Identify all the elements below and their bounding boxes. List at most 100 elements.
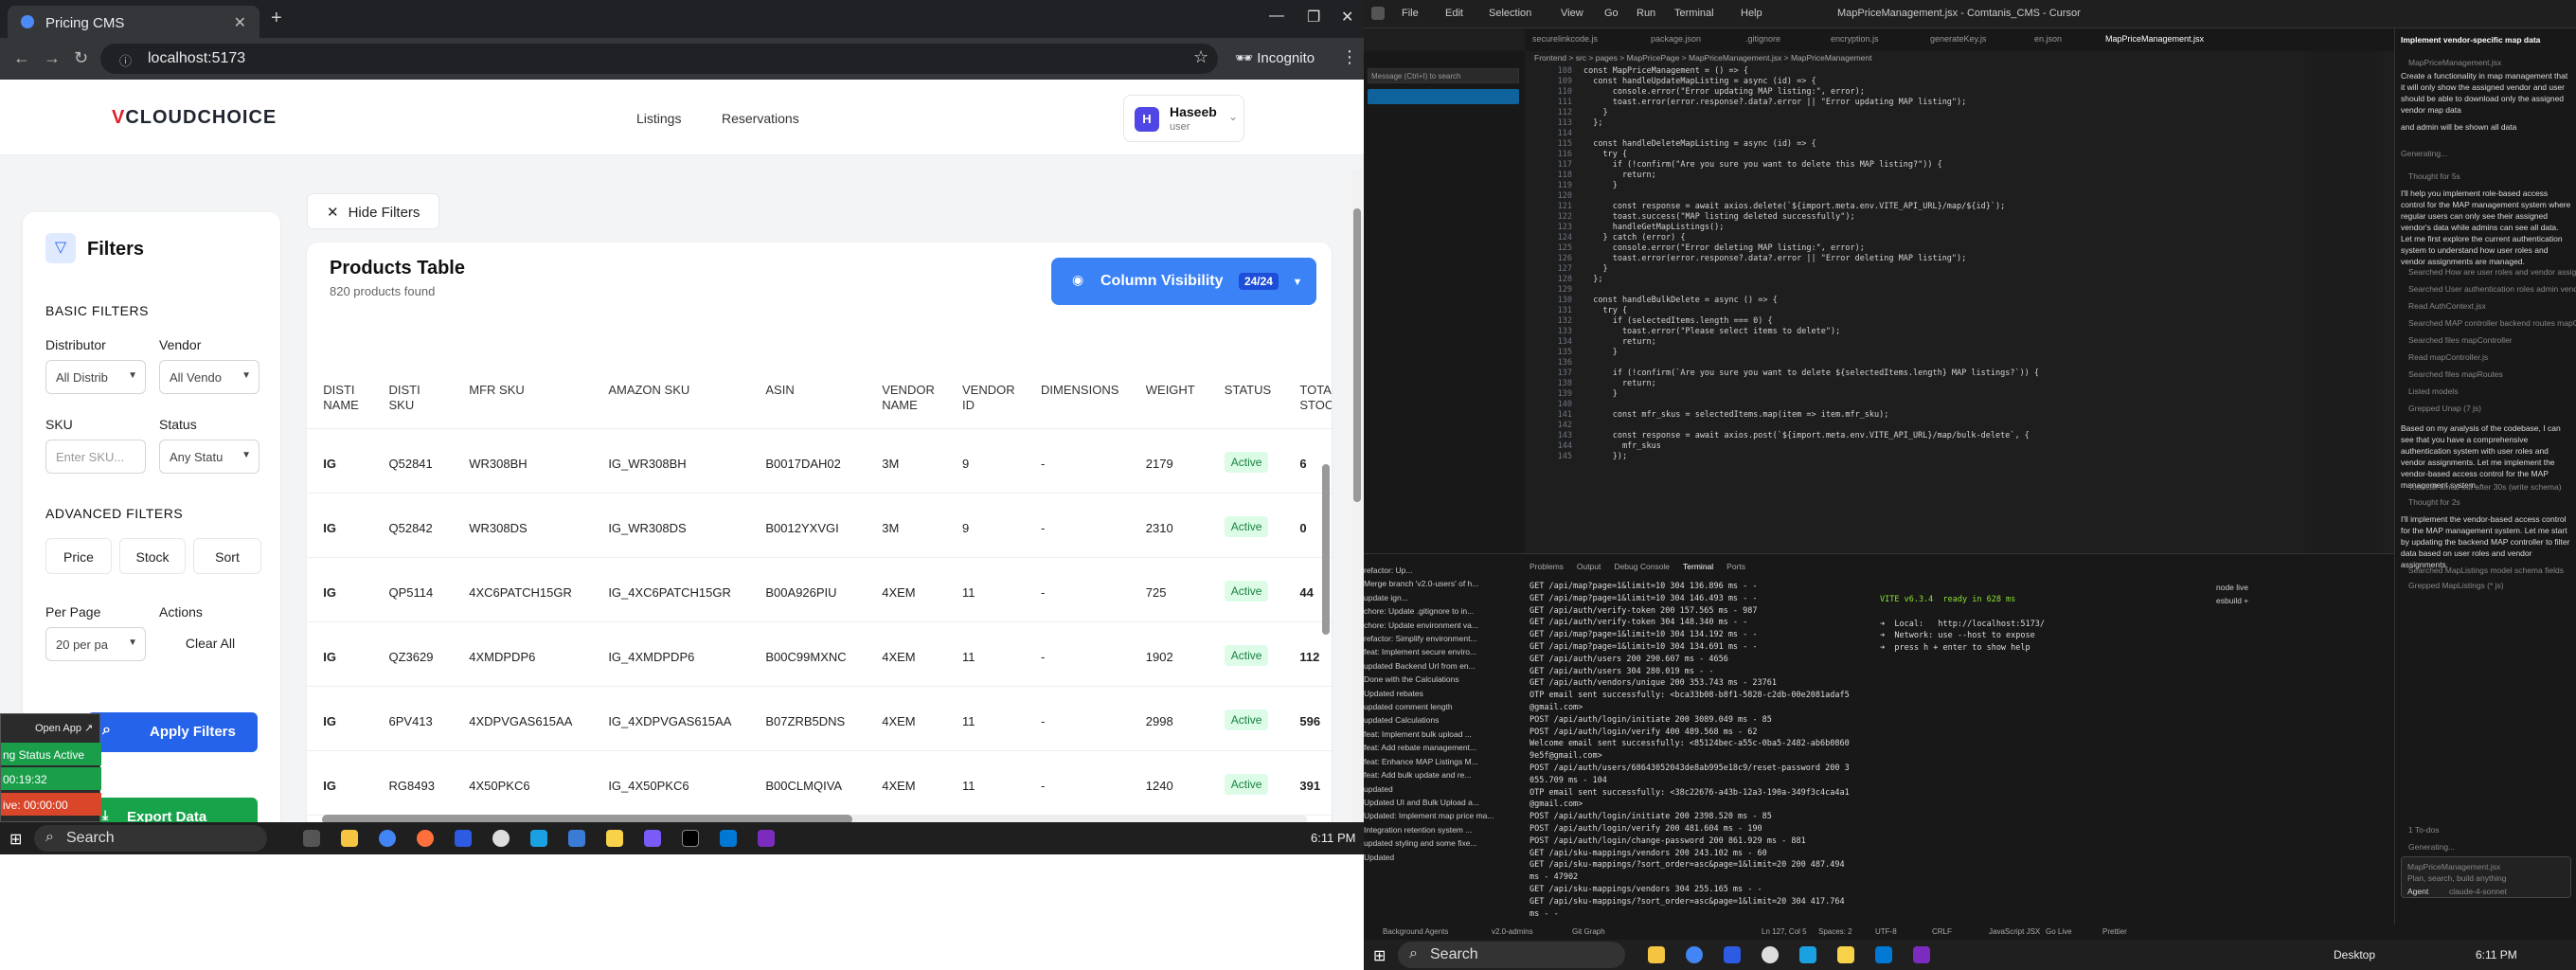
app-icon[interactable] [530, 830, 547, 847]
chrome-icon[interactable] [379, 830, 396, 847]
table-vertical-scroll-thumb[interactable] [1322, 464, 1330, 635]
close-window-icon[interactable]: ✕ [1341, 8, 1353, 27]
column-header[interactable]: DIMENSIONS [1041, 383, 1118, 398]
chat-thought[interactable]: Thought for 5s [2408, 171, 2576, 182]
chat-thought-2[interactable]: Thought for 2s [2408, 496, 2576, 508]
table-row[interactable]: IG QZ3629 4XMDPDP6 IG_4XMDPDP6 B00C99MXNC 4XE… [307, 621, 1332, 686]
column-header[interactable]: VENDOR NAME [882, 383, 939, 413]
agent-mode-select[interactable]: Agent [2407, 886, 2455, 897]
app-icon[interactable] [1724, 946, 1741, 963]
menu-item[interactable]: Go [1604, 8, 1619, 19]
file-explorer-icon[interactable] [1648, 946, 1665, 963]
column-header[interactable]: VENDOR ID [962, 383, 1019, 413]
vscode-icon[interactable] [1875, 946, 1892, 963]
panel-tab[interactable]: Problems [1530, 562, 1564, 571]
chrome-icon[interactable] [1686, 946, 1703, 963]
table-row[interactable]: IG Q52842 WR308DS IG_WR308DS B0012YXVGI 3M 9 - 2… [307, 493, 1332, 557]
per-page-select[interactable]: 20 per pa ▼ [45, 627, 146, 661]
chat-tool-call[interactable]: Read AuthContext.jsx [2408, 297, 2576, 314]
git-commit-entry[interactable]: Merge branch 'v2.0-users' of h... [1364, 577, 1515, 590]
model-select[interactable]: claude-4-sonnet [2449, 886, 2544, 897]
status-bar-item[interactable]: JavaScript JSX [1989, 927, 2040, 936]
app-icon[interactable] [606, 830, 623, 847]
table-row[interactable]: IG 6PV413 4XDPVGAS615AA IG_4XDPVGAS615AA B07… [307, 686, 1332, 750]
close-tab-icon[interactable]: ✕ [234, 13, 246, 32]
editor-tab[interactable]: encryption.js [1831, 34, 1879, 44]
back-arrow-icon[interactable]: ← [13, 48, 30, 68]
nav-reservations-link[interactable]: Reservations [722, 111, 799, 126]
chat-tool-call[interactable]: Searched How are user roles and vendor a… [2408, 263, 2576, 280]
chat-tool-call[interactable]: Searched User authentication roles admin… [2408, 280, 2576, 297]
chat-input-box[interactable]: MapPriceManagement.jsx Plan, search, bui… [2401, 856, 2571, 898]
column-header[interactable]: MFR SKU [469, 383, 554, 398]
menu-item[interactable]: Help [1741, 8, 1762, 19]
app-icon[interactable] [1762, 946, 1779, 963]
maximize-window-icon[interactable]: ❐ [1307, 8, 1320, 27]
stock-filter-button[interactable]: Stock [119, 538, 186, 574]
firefox-icon[interactable] [417, 830, 434, 847]
chat-tool-call[interactable]: Grepped Unap (7 js) [2408, 400, 2576, 417]
menu-item[interactable]: Terminal [1674, 8, 1714, 19]
terminal-item[interactable]: esbuild + [2216, 594, 2248, 607]
windows-start-icon[interactable]: ⊞ [9, 830, 22, 849]
show-desktop-label[interactable]: Desktop [2334, 948, 2375, 961]
editor-tab[interactable]: generateKey.js [1930, 34, 1986, 44]
git-commit-entry[interactable]: Done with the Calculations [1364, 673, 1515, 686]
breadcrumb[interactable]: Frontend > src > pages > MapPricePage > … [1534, 53, 1871, 63]
status-select[interactable]: Any Statu ▼ [159, 440, 259, 474]
terminal-item[interactable]: node live [2216, 581, 2248, 594]
nav-listings-link[interactable]: Listings [636, 111, 681, 126]
git-commit-entry[interactable]: updated comment length [1364, 700, 1515, 713]
app-icon[interactable] [644, 830, 661, 847]
editor-tab[interactable]: MapPriceManagement.jsx [2105, 34, 2204, 44]
git-commit-entry[interactable]: feat: Add rebate management... [1364, 741, 1515, 754]
page-vertical-scrollbar[interactable] [1352, 171, 1362, 824]
user-menu[interactable]: H Haseeb user ⌄ [1123, 95, 1244, 142]
incognito-indicator[interactable]: 🕶 Incognito [1235, 49, 1315, 66]
git-commit-entry[interactable]: Updated rebates [1364, 687, 1515, 700]
price-filter-button[interactable]: Price [45, 538, 112, 574]
bookmark-star-icon[interactable]: ☆ [1193, 47, 1208, 67]
new-tab-plus-icon[interactable]: + [271, 8, 282, 29]
url-omnibox[interactable]: ⓘ localhost:5173 [100, 44, 1218, 74]
menu-item[interactable]: View [1561, 8, 1583, 19]
site-info-icon[interactable]: ⓘ [119, 51, 132, 69]
clear-all-button[interactable]: Clear All [159, 625, 261, 661]
chat-tool-call[interactable]: Searched MAP controller backend routes m… [2408, 314, 2576, 332]
reload-icon[interactable]: ↻ [74, 48, 88, 68]
git-commit-entry[interactable]: update ign... [1364, 591, 1515, 604]
explorer-search-input[interactable]: Message (Ctrl+I) to search [1368, 68, 1519, 83]
git-commit-entry[interactable]: chore: Update .gitignore to in... [1364, 604, 1515, 618]
git-commit-entry[interactable]: Updated [1364, 851, 1515, 864]
git-commit-entry[interactable]: Updated: Implement map price ma... [1364, 809, 1515, 822]
chat-tool-call[interactable]: Listed models [2408, 383, 2576, 400]
app-icon[interactable] [1799, 946, 1816, 963]
app-icon[interactable] [455, 830, 472, 847]
file-explorer-icon[interactable] [341, 830, 358, 847]
column-header[interactable]: TOTAL STOCK [1299, 383, 1332, 413]
commit-button[interactable] [1368, 89, 1519, 104]
taskbar-search[interactable]: ⌕ Search [1398, 942, 1625, 968]
status-bar-item[interactable]: UTF-8 [1875, 927, 1897, 936]
onenote-icon[interactable] [758, 830, 775, 847]
editor-tab[interactable]: package.json [1651, 34, 1701, 44]
table-row[interactable]: IG QP5114 4XC6PATCH15GR IG_4XC6PATCH15GR B00… [307, 557, 1332, 621]
status-bar-item[interactable]: Spaces: 2 [1818, 927, 1852, 936]
git-commit-entry[interactable]: feat: Add bulk update and re... [1364, 768, 1515, 781]
status-bar-item[interactable]: Ln 127, Col 5 [1762, 927, 1807, 936]
git-commit-entry[interactable]: feat: Enhance MAP Listings M... [1364, 755, 1515, 768]
column-header[interactable]: DISTI SKU [389, 383, 446, 413]
chat-todos[interactable]: 1 To-dos [2408, 824, 2576, 835]
chat-tool-call[interactable]: Searched files mapController [2408, 332, 2576, 349]
editor-tab[interactable]: securelinkcode.js [1532, 34, 1598, 44]
git-commit-entry[interactable]: refactor: Up... [1364, 564, 1515, 577]
terminal-vite-output[interactable]: VITE v6.3.4 ready in 628 ms ➜ Local: http… [1880, 594, 2164, 655]
code-editor[interactable]: Frontend > src > pages > MapPricePage > … [1525, 51, 2301, 553]
status-bar-item[interactable]: v2.0-admins [1492, 927, 1533, 936]
column-header[interactable]: AMAZON SKU [608, 383, 693, 398]
git-commit-entry[interactable]: Updated UI and Bulk Upload a... [1364, 796, 1515, 809]
menu-item[interactable]: File [1402, 8, 1419, 19]
git-commit-entry[interactable]: Integration retention system ... [1364, 823, 1515, 836]
git-commit-entry[interactable]: updated styling and some fixe... [1364, 836, 1515, 850]
code-minimap[interactable] [2311, 51, 2377, 553]
